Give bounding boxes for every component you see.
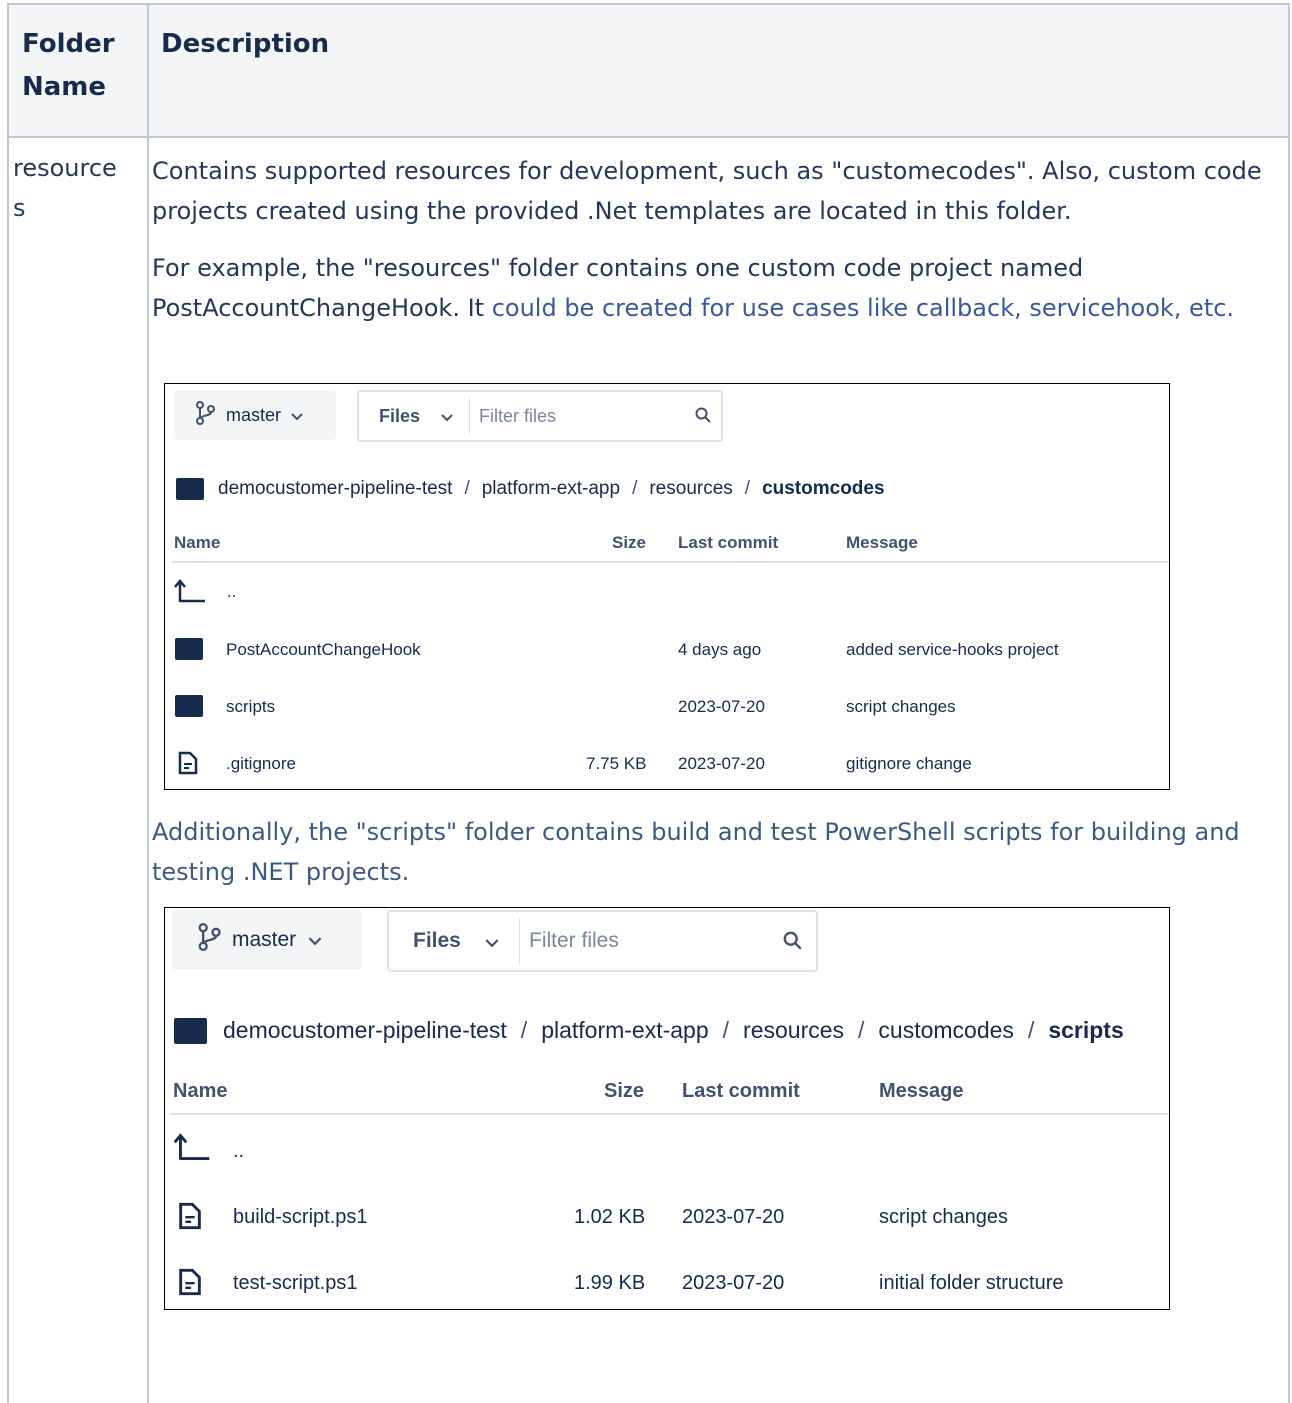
- parent-directory-icon: [173, 1132, 211, 1167]
- branch-icon: [196, 923, 222, 957]
- table-row[interactable]: ..: [165, 574, 1169, 614]
- table-row[interactable]: test-script.ps1 1.99 KB 2023-07-20 initi…: [165, 1264, 1169, 1308]
- chevron-down-icon: [308, 928, 322, 952]
- commit-message: initial folder structure: [879, 1272, 1064, 1294]
- last-commit: 2023-07-20: [678, 697, 765, 716]
- branch-name: master: [232, 928, 297, 951]
- breadcrumb-item[interactable]: resources: [649, 478, 732, 500]
- breadcrumb-item[interactable]: resources: [743, 1017, 844, 1044]
- filter-divider: [519, 918, 520, 964]
- description-paragraph-2: For example, the "resources" folder cont…: [152, 248, 1262, 328]
- file-icon: [178, 751, 198, 780]
- last-commit: 2023-07-20: [678, 754, 765, 773]
- commit-message: added service-hooks project: [846, 640, 1059, 659]
- branch-icon: [194, 400, 216, 430]
- file-size: 1.99 KB: [574, 1272, 646, 1294]
- header-description: Description: [161, 29, 330, 59]
- filter-divider: [469, 398, 470, 434]
- description-paragraph-3: Additionally, the "scripts" folder conta…: [152, 818, 1240, 886]
- files-dropdown-label[interactable]: Files: [413, 929, 461, 953]
- column-header-name: Name: [174, 533, 221, 552]
- breadcrumb-current: scripts: [1048, 1017, 1124, 1043]
- breadcrumb-item[interactable]: democustomer-pipeline-test: [223, 1017, 507, 1044]
- column-header-size: Size: [604, 1080, 645, 1102]
- column-header-message: Message: [846, 533, 918, 552]
- description-paragraph-1: Contains supported resources for develop…: [152, 157, 1262, 225]
- repo-browser-screenshot-customcodes: master Files Filter files democustomer-p…: [164, 383, 1170, 790]
- files-dropdown-label[interactable]: Files: [379, 406, 420, 427]
- breadcrumb: democustomer-pipeline-test / platform-ext…: [176, 478, 885, 500]
- file-name[interactable]: scripts: [226, 697, 275, 717]
- commit-message: gitignore change: [846, 754, 972, 773]
- folder-name-cell: resources: [13, 154, 117, 222]
- parent-directory-icon: [174, 578, 206, 609]
- folder-icon: [175, 638, 203, 660]
- chevron-down-icon[interactable]: [441, 406, 453, 427]
- header-folder-name: Folder Name: [22, 29, 115, 102]
- table-row[interactable]: .gitignore 7.75 KB 2023-07-20 gitignore …: [165, 748, 1169, 788]
- file-icon: [178, 1202, 202, 1235]
- filter-files-input[interactable]: Filter files: [479, 406, 556, 427]
- breadcrumb: democustomer-pipeline-test / platform-ext…: [174, 1017, 1124, 1044]
- chevron-down-icon: [291, 405, 303, 426]
- file-name[interactable]: .gitignore: [226, 754, 296, 774]
- file-size: 1.02 KB: [574, 1206, 646, 1228]
- folder-icon: [175, 695, 203, 717]
- column-header-last-commit: Last commit: [678, 533, 779, 552]
- parent-directory-link[interactable]: ..: [227, 582, 236, 602]
- commit-message: script changes: [879, 1206, 1008, 1228]
- table-row[interactable]: PostAccountChangeHook 4 days ago added s…: [165, 634, 1169, 674]
- paragraph-2-link-text: could be created for use cases like call…: [491, 294, 1235, 322]
- commit-message: script changes: [846, 697, 956, 716]
- folder-icon: [174, 1017, 207, 1044]
- branch-name: master: [226, 404, 282, 425]
- column-header-last-commit: Last commit: [682, 1080, 800, 1102]
- last-commit: 2023-07-20: [682, 1206, 785, 1228]
- breadcrumb-current: customcodes: [762, 478, 885, 499]
- breadcrumb-item[interactable]: customcodes: [878, 1017, 1014, 1044]
- table-row[interactable]: scripts 2023-07-20 script changes: [165, 691, 1169, 731]
- column-header-message: Message: [879, 1080, 964, 1102]
- breadcrumb-item[interactable]: platform-ext-app: [541, 1017, 708, 1044]
- breadcrumb-item[interactable]: platform-ext-app: [482, 478, 620, 500]
- table-row[interactable]: build-script.ps1 1.02 KB 2023-07-20 scri…: [165, 1198, 1169, 1242]
- last-commit: 2023-07-20: [682, 1272, 785, 1294]
- table-row[interactable]: ..: [165, 1128, 1169, 1172]
- file-icon: [178, 1268, 202, 1301]
- header-divider: [172, 561, 1169, 563]
- last-commit: 4 days ago: [678, 640, 762, 659]
- repo-browser-screenshot-scripts: master Files Filter files democustomer-p…: [164, 907, 1170, 1310]
- search-icon[interactable]: [695, 407, 711, 428]
- chevron-down-icon[interactable]: [485, 930, 499, 954]
- search-icon[interactable]: [783, 931, 802, 956]
- file-name[interactable]: build-script.ps1: [233, 1206, 368, 1229]
- column-header-size: Size: [612, 533, 647, 552]
- parent-directory-link[interactable]: ..: [233, 1140, 244, 1163]
- column-divider: [147, 5, 149, 1403]
- folder-icon: [176, 478, 204, 500]
- header-divider: [170, 1113, 1169, 1115]
- filter-files-input[interactable]: Filter files: [529, 929, 619, 953]
- column-header-name: Name: [173, 1080, 228, 1102]
- breadcrumb-item[interactable]: democustomer-pipeline-test: [218, 478, 452, 500]
- file-name[interactable]: PostAccountChangeHook: [226, 640, 421, 660]
- branch-selector[interactable]: master: [172, 910, 362, 970]
- file-filter-box: Files Filter files: [357, 390, 723, 442]
- file-size: 7.75 KB: [586, 754, 647, 773]
- file-filter-box: Files Filter files: [387, 910, 818, 972]
- file-name[interactable]: test-script.ps1: [233, 1272, 357, 1295]
- branch-selector[interactable]: master: [174, 390, 336, 440]
